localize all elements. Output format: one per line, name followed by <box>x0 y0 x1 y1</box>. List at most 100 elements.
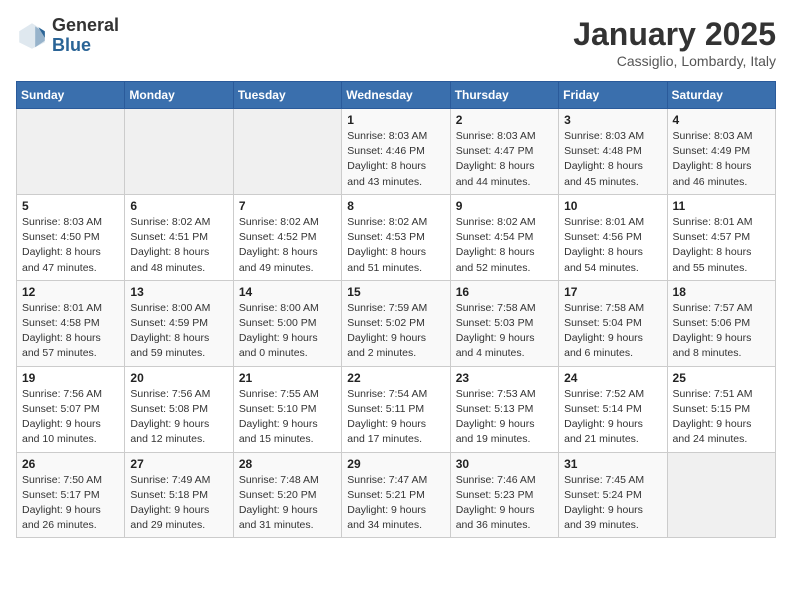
day-info: Sunrise: 7:47 AMSunset: 5:21 PMDaylight:… <box>347 473 444 534</box>
day-number: 19 <box>22 371 119 385</box>
calendar-cell: 16 Sunrise: 7:58 AMSunset: 5:03 PMDayligh… <box>450 280 558 366</box>
day-number: 2 <box>456 113 553 127</box>
calendar-cell: 19Sunrise: 7:56 AMSunset: 5:07 PMDayligh… <box>17 366 125 452</box>
day-info: Sunrise: 8:02 AMSunset: 4:54 PMDaylight:… <box>456 215 553 276</box>
day-number: 27 <box>130 457 227 471</box>
day-number: 26 <box>22 457 119 471</box>
day-number: 28 <box>239 457 336 471</box>
calendar-week-5: 26 Sunrise: 7:50 AMSunset: 5:17 PMDayligh… <box>17 452 776 538</box>
weekday-header-thursday: Thursday <box>450 82 558 109</box>
day-info: Sunrise: 8:01 AMSunset: 4:58 PMDaylight:… <box>22 301 119 362</box>
title-block: January 2025 Cassiglio, Lombardy, Italy <box>573 16 776 69</box>
location: Cassiglio, Lombardy, Italy <box>573 53 776 69</box>
day-info: Sunrise: 7:59 AMSunset: 5:02 PMDaylight:… <box>347 301 444 362</box>
day-number: 22 <box>347 371 444 385</box>
calendar-cell <box>17 109 125 195</box>
weekday-header-sunday: Sunday <box>17 82 125 109</box>
day-number: 20 <box>130 371 227 385</box>
calendar-body: 1Sunrise: 8:03 AMSunset: 4:46 PMDaylight… <box>17 109 776 538</box>
day-number: 30 <box>456 457 553 471</box>
day-info: Sunrise: 7:58 AMSunset: 5:04 PMDaylight:… <box>564 301 661 362</box>
day-info: Sunrise: 7:55 AMSunset: 5:10 PMDaylight:… <box>239 387 336 448</box>
page-header: General Blue January 2025 Cassiglio, Lom… <box>16 16 776 69</box>
calendar-header: SundayMondayTuesdayWednesdayThursdayFrid… <box>17 82 776 109</box>
calendar-cell <box>233 109 341 195</box>
day-number: 3 <box>564 113 661 127</box>
calendar-cell: 6Sunrise: 8:02 AMSunset: 4:51 PMDaylight… <box>125 194 233 280</box>
day-number: 21 <box>239 371 336 385</box>
day-number: 16 <box>456 285 553 299</box>
day-info: Sunrise: 8:00 AMSunset: 4:59 PMDaylight:… <box>130 301 227 362</box>
calendar-cell: 14 Sunrise: 8:00 AMSunset: 5:00 PMDayligh… <box>233 280 341 366</box>
day-number: 15 <box>347 285 444 299</box>
day-number: 4 <box>673 113 770 127</box>
logo-icon <box>16 20 48 52</box>
calendar-cell: 23 Sunrise: 7:53 AMSunset: 5:13 PMDayligh… <box>450 366 558 452</box>
day-number: 11 <box>673 199 770 213</box>
day-info: Sunrise: 7:50 AMSunset: 5:17 PMDaylight:… <box>22 473 119 534</box>
day-info: Sunrise: 7:58 AMSunset: 5:03 PMDaylight:… <box>456 301 553 362</box>
day-number: 13 <box>130 285 227 299</box>
day-info: Sunrise: 7:52 AMSunset: 5:14 PMDaylight:… <box>564 387 661 448</box>
weekday-header-row: SundayMondayTuesdayWednesdayThursdayFrid… <box>17 82 776 109</box>
calendar-cell: 1Sunrise: 8:03 AMSunset: 4:46 PMDaylight… <box>342 109 450 195</box>
calendar-cell: 24Sunrise: 7:52 AMSunset: 5:14 PMDayligh… <box>559 366 667 452</box>
calendar-cell: 27 Sunrise: 7:49 AMSunset: 5:18 PMDayligh… <box>125 452 233 538</box>
calendar-cell: 5Sunrise: 8:03 AMSunset: 4:50 PMDaylight… <box>17 194 125 280</box>
day-info: Sunrise: 7:53 AMSunset: 5:13 PMDaylight:… <box>456 387 553 448</box>
day-number: 23 <box>456 371 553 385</box>
calendar-cell: 26 Sunrise: 7:50 AMSunset: 5:17 PMDayligh… <box>17 452 125 538</box>
day-info: Sunrise: 8:00 AMSunset: 5:00 PMDaylight:… <box>239 301 336 362</box>
calendar-cell: 30 Sunrise: 7:46 AMSunset: 5:23 PMDayligh… <box>450 452 558 538</box>
day-info: Sunrise: 8:02 AMSunset: 4:52 PMDaylight:… <box>239 215 336 276</box>
day-info: Sunrise: 8:02 AMSunset: 4:53 PMDaylight:… <box>347 215 444 276</box>
month-title: January 2025 <box>573 16 776 53</box>
day-number: 7 <box>239 199 336 213</box>
calendar-cell: 7 Sunrise: 8:02 AMSunset: 4:52 PMDaylight… <box>233 194 341 280</box>
calendar-cell: 10 Sunrise: 8:01 AMSunset: 4:56 PMDayligh… <box>559 194 667 280</box>
logo-text: General Blue <box>52 16 119 56</box>
logo: General Blue <box>16 16 119 56</box>
weekday-header-friday: Friday <box>559 82 667 109</box>
calendar-cell: 28 Sunrise: 7:48 AMSunset: 5:20 PMDayligh… <box>233 452 341 538</box>
calendar-cell: 3 Sunrise: 8:03 AMSunset: 4:48 PMDaylight… <box>559 109 667 195</box>
day-info: Sunrise: 8:03 AMSunset: 4:47 PMDaylight:… <box>456 129 553 190</box>
day-number: 31 <box>564 457 661 471</box>
day-number: 10 <box>564 199 661 213</box>
calendar-week-3: 12 Sunrise: 8:01 AMSunset: 4:58 PMDayligh… <box>17 280 776 366</box>
day-number: 25 <box>673 371 770 385</box>
day-number: 8 <box>347 199 444 213</box>
logo-general: General <box>52 15 119 35</box>
calendar-cell: 29 Sunrise: 7:47 AMSunset: 5:21 PMDayligh… <box>342 452 450 538</box>
calendar-cell: 17Sunrise: 7:58 AMSunset: 5:04 PMDayligh… <box>559 280 667 366</box>
calendar-cell: 31 Sunrise: 7:45 AMSunset: 5:24 PMDayligh… <box>559 452 667 538</box>
day-info: Sunrise: 7:48 AMSunset: 5:20 PMDaylight:… <box>239 473 336 534</box>
logo-blue: Blue <box>52 35 91 55</box>
day-info: Sunrise: 8:03 AMSunset: 4:50 PMDaylight:… <box>22 215 119 276</box>
calendar-cell: 15 Sunrise: 7:59 AMSunset: 5:02 PMDayligh… <box>342 280 450 366</box>
weekday-header-saturday: Saturday <box>667 82 775 109</box>
day-info: Sunrise: 7:45 AMSunset: 5:24 PMDaylight:… <box>564 473 661 534</box>
calendar-cell: 18Sunrise: 7:57 AMSunset: 5:06 PMDayligh… <box>667 280 775 366</box>
calendar-cell: 11 Sunrise: 8:01 AMSunset: 4:57 PMDayligh… <box>667 194 775 280</box>
day-number: 12 <box>22 285 119 299</box>
calendar-cell <box>667 452 775 538</box>
day-info: Sunrise: 8:01 AMSunset: 4:56 PMDaylight:… <box>564 215 661 276</box>
day-number: 14 <box>239 285 336 299</box>
calendar-week-2: 5Sunrise: 8:03 AMSunset: 4:50 PMDaylight… <box>17 194 776 280</box>
calendar-table: SundayMondayTuesdayWednesdayThursdayFrid… <box>16 81 776 538</box>
day-number: 29 <box>347 457 444 471</box>
day-number: 9 <box>456 199 553 213</box>
day-info: Sunrise: 7:51 AMSunset: 5:15 PMDaylight:… <box>673 387 770 448</box>
day-info: Sunrise: 7:54 AMSunset: 5:11 PMDaylight:… <box>347 387 444 448</box>
day-info: Sunrise: 8:03 AMSunset: 4:48 PMDaylight:… <box>564 129 661 190</box>
day-info: Sunrise: 8:01 AMSunset: 4:57 PMDaylight:… <box>673 215 770 276</box>
weekday-header-tuesday: Tuesday <box>233 82 341 109</box>
day-info: Sunrise: 8:03 AMSunset: 4:49 PMDaylight:… <box>673 129 770 190</box>
calendar-week-1: 1Sunrise: 8:03 AMSunset: 4:46 PMDaylight… <box>17 109 776 195</box>
day-info: Sunrise: 7:49 AMSunset: 5:18 PMDaylight:… <box>130 473 227 534</box>
calendar-cell <box>125 109 233 195</box>
day-info: Sunrise: 7:57 AMSunset: 5:06 PMDaylight:… <box>673 301 770 362</box>
day-info: Sunrise: 8:02 AMSunset: 4:51 PMDaylight:… <box>130 215 227 276</box>
day-info: Sunrise: 7:46 AMSunset: 5:23 PMDaylight:… <box>456 473 553 534</box>
